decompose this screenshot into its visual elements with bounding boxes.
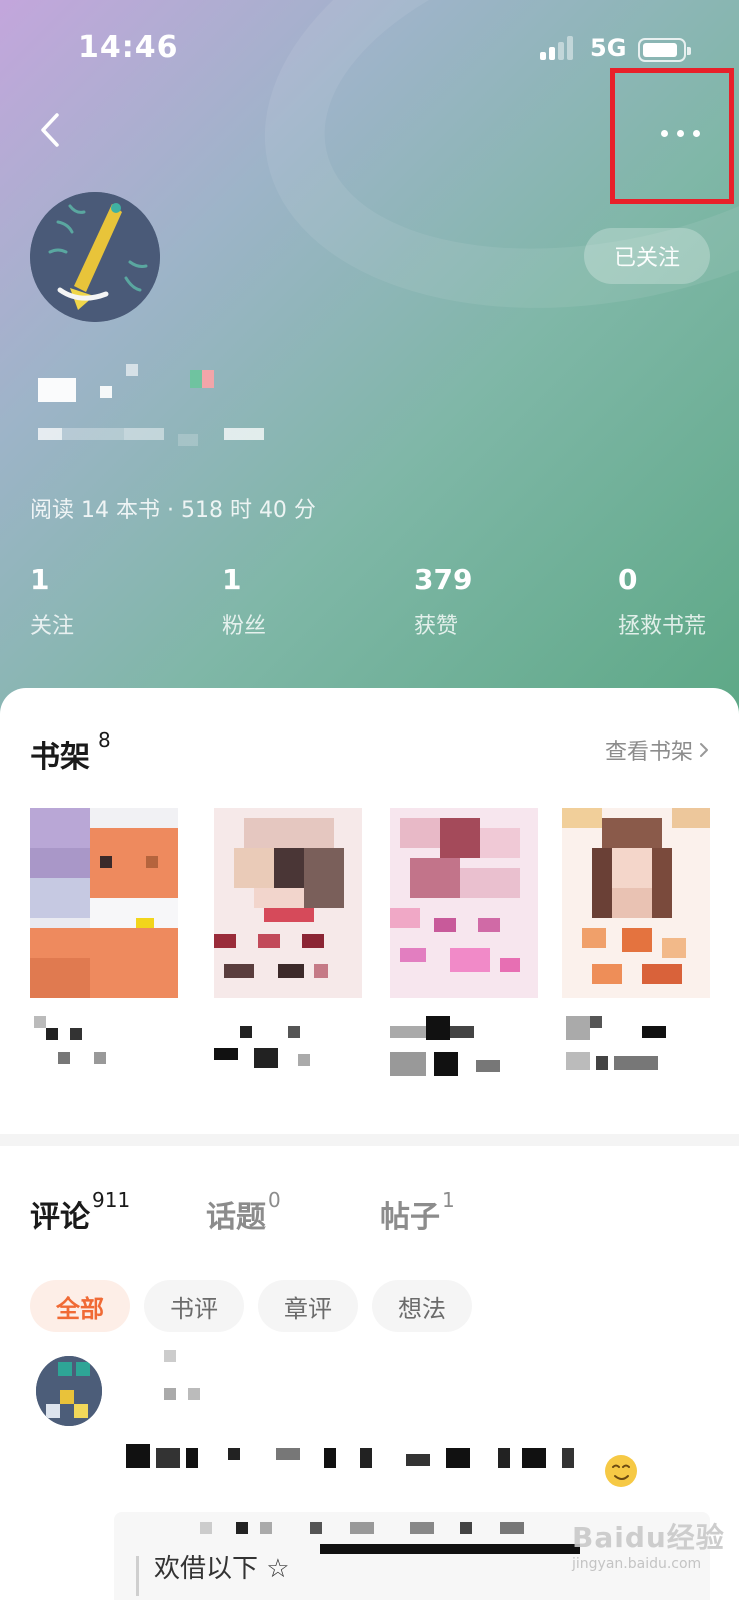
bio-obscured: [38, 428, 268, 446]
watermark-brand: Baidu经验: [572, 1521, 725, 1554]
stat-label: 关注: [30, 614, 75, 639]
status-time: 14:46: [78, 30, 179, 65]
smirk-emoji-icon: [605, 1455, 637, 1487]
profile-avatar[interactable]: [30, 192, 160, 322]
book-cover-image: [214, 808, 362, 998]
watermark-url: jingyan.baidu.com: [572, 1556, 702, 1572]
back-button[interactable]: [28, 104, 72, 156]
filter-chapter-reviews[interactable]: 章评: [258, 1280, 358, 1332]
book-title-obscured: [566, 1016, 706, 1078]
network-type: 5G: [590, 34, 627, 62]
book-cover-image: [562, 808, 710, 998]
signal-strength-icon: [540, 36, 580, 60]
book-cover-3[interactable]: [390, 808, 538, 998]
username-obscured: [38, 364, 228, 406]
book-cover-1[interactable]: [30, 808, 178, 998]
section-divider: [0, 1134, 739, 1146]
comment-avatar[interactable]: [36, 1356, 102, 1426]
tab-label: 话题: [206, 1200, 266, 1235]
stat-followers[interactable]: 1 粉丝: [222, 562, 266, 640]
book-cover-image: [30, 808, 178, 998]
following-button[interactable]: 已关注: [584, 228, 710, 284]
baidu-watermark: Baidu经验 jingyan.baidu.com: [572, 1516, 725, 1572]
tab-topics[interactable]: 话题 0: [206, 1188, 281, 1236]
stat-value: 1: [30, 563, 50, 596]
stat-likes[interactable]: 379 获赞: [414, 562, 472, 640]
more-options-button[interactable]: [610, 68, 734, 204]
chevron-left-icon: [41, 113, 59, 147]
stat-label: 拯救书荒: [618, 614, 707, 639]
tab-comments[interactable]: 评论 911: [30, 1188, 130, 1236]
stat-label: 粉丝: [222, 614, 267, 639]
view-bookshelf-link[interactable]: 查看书架: [605, 734, 709, 766]
tab-label: 帖子: [380, 1200, 440, 1235]
more-horizontal-icon: [660, 129, 700, 137]
book-cover-2[interactable]: [214, 808, 362, 998]
quote-bar: [136, 1556, 139, 1596]
tab-count: 1: [442, 1188, 455, 1212]
stat-following[interactable]: 1 关注: [30, 562, 74, 640]
stat-label: 获赞: [414, 614, 459, 639]
quote-text: 欢借以下 ☆: [154, 1554, 290, 1584]
bookshelf-title: 书架: [30, 740, 90, 775]
book-title-obscured: [34, 1016, 174, 1078]
tab-label: 评论: [30, 1200, 90, 1235]
view-bookshelf-label: 查看书架: [604, 740, 693, 765]
book-cover-4[interactable]: [562, 808, 710, 998]
book-cover-image: [390, 808, 538, 998]
filter-book-reviews[interactable]: 书评: [144, 1280, 244, 1332]
tab-count: 911: [92, 1188, 131, 1212]
battery-icon: [638, 38, 691, 62]
filter-thoughts[interactable]: 想法: [372, 1280, 472, 1332]
tab-posts[interactable]: 帖子 1: [380, 1188, 455, 1236]
stat-value: 0: [618, 563, 638, 596]
chevron-right-icon: [700, 743, 708, 757]
reading-stats: 阅读 14 本书 · 518 时 40 分: [30, 498, 316, 523]
sword-avatar-image: [30, 192, 160, 322]
filter-all[interactable]: 全部: [30, 1280, 130, 1332]
pixelated-avatar-image: [36, 1356, 102, 1426]
stat-value: 1: [222, 563, 242, 596]
stat-value: 379: [414, 563, 473, 596]
book-title-obscured: [390, 1016, 530, 1078]
book-title-obscured: [214, 1016, 354, 1078]
stat-book-rescue[interactable]: 0 拯救书荒: [618, 562, 706, 640]
bookshelf-count: 8: [98, 728, 111, 752]
tab-count: 0: [268, 1188, 281, 1212]
